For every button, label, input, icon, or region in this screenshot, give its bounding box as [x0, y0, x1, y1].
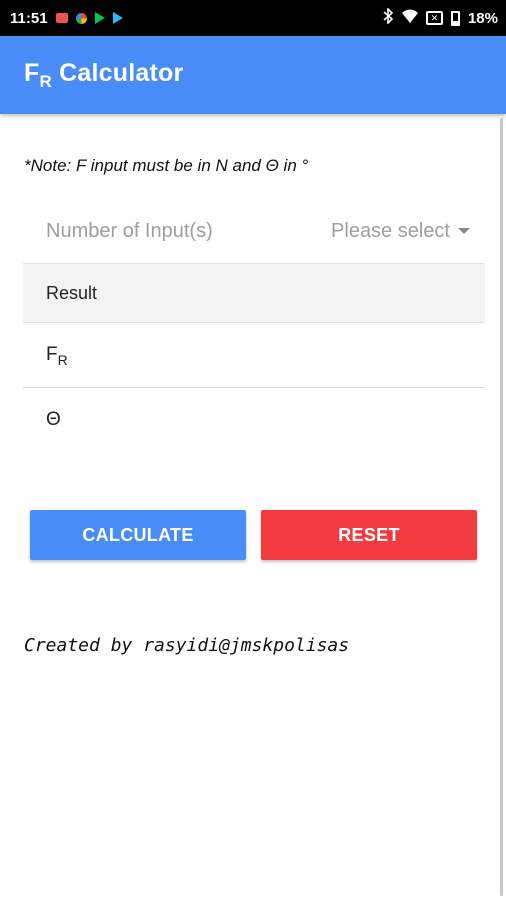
input-note: *Note: F input must be in N and Θ in ° [24, 156, 309, 175]
fr-label-main: F [46, 343, 58, 365]
mail-icon [55, 13, 68, 23]
number-of-inputs-label: Number of Input(s) [46, 219, 213, 242]
dropdown-value: Please select [331, 219, 450, 242]
battery-percent: 18% [467, 9, 498, 27]
wifi-icon [401, 9, 418, 27]
theta-label: Θ [46, 409, 61, 430]
app-title-subscript: R [39, 71, 52, 91]
status-right: ✕ 18% [382, 7, 498, 28]
result-theta-row: Θ [23, 388, 485, 452]
bluetooth-icon [382, 7, 394, 28]
photos-icon [75, 12, 87, 24]
calculate-button[interactable]: CALCULATE [30, 510, 246, 560]
number-of-inputs-row: Number of Input(s) Please select [46, 210, 470, 252]
chevron-down-icon [458, 228, 470, 234]
status-bar: 11:51 ✕ 18% [0, 0, 506, 36]
battery-icon [450, 10, 460, 26]
fr-label-subscript: R [57, 351, 68, 368]
reset-button[interactable]: RESET [261, 510, 477, 560]
fr-label: FR [46, 344, 68, 368]
number-of-inputs-dropdown[interactable]: Please select [331, 220, 470, 243]
no-sim-icon: ✕ [425, 11, 443, 25]
app-bar: FR Calculator [0, 36, 506, 114]
play-store-icon [94, 12, 105, 24]
status-time: 11:51 [10, 9, 48, 27]
result-fr-row: FR [23, 324, 485, 388]
credit-text: Created by rasyidi@jmskpolisas [24, 635, 350, 656]
result-header: Result [23, 263, 485, 323]
scrollbar[interactable] [500, 118, 503, 896]
app-title-main: F [24, 58, 40, 87]
play-movies-icon [112, 12, 123, 24]
app-title-rest: Calculator [51, 58, 184, 87]
app-title: FR Calculator [24, 59, 183, 92]
status-left: 11:51 [10, 10, 123, 27]
